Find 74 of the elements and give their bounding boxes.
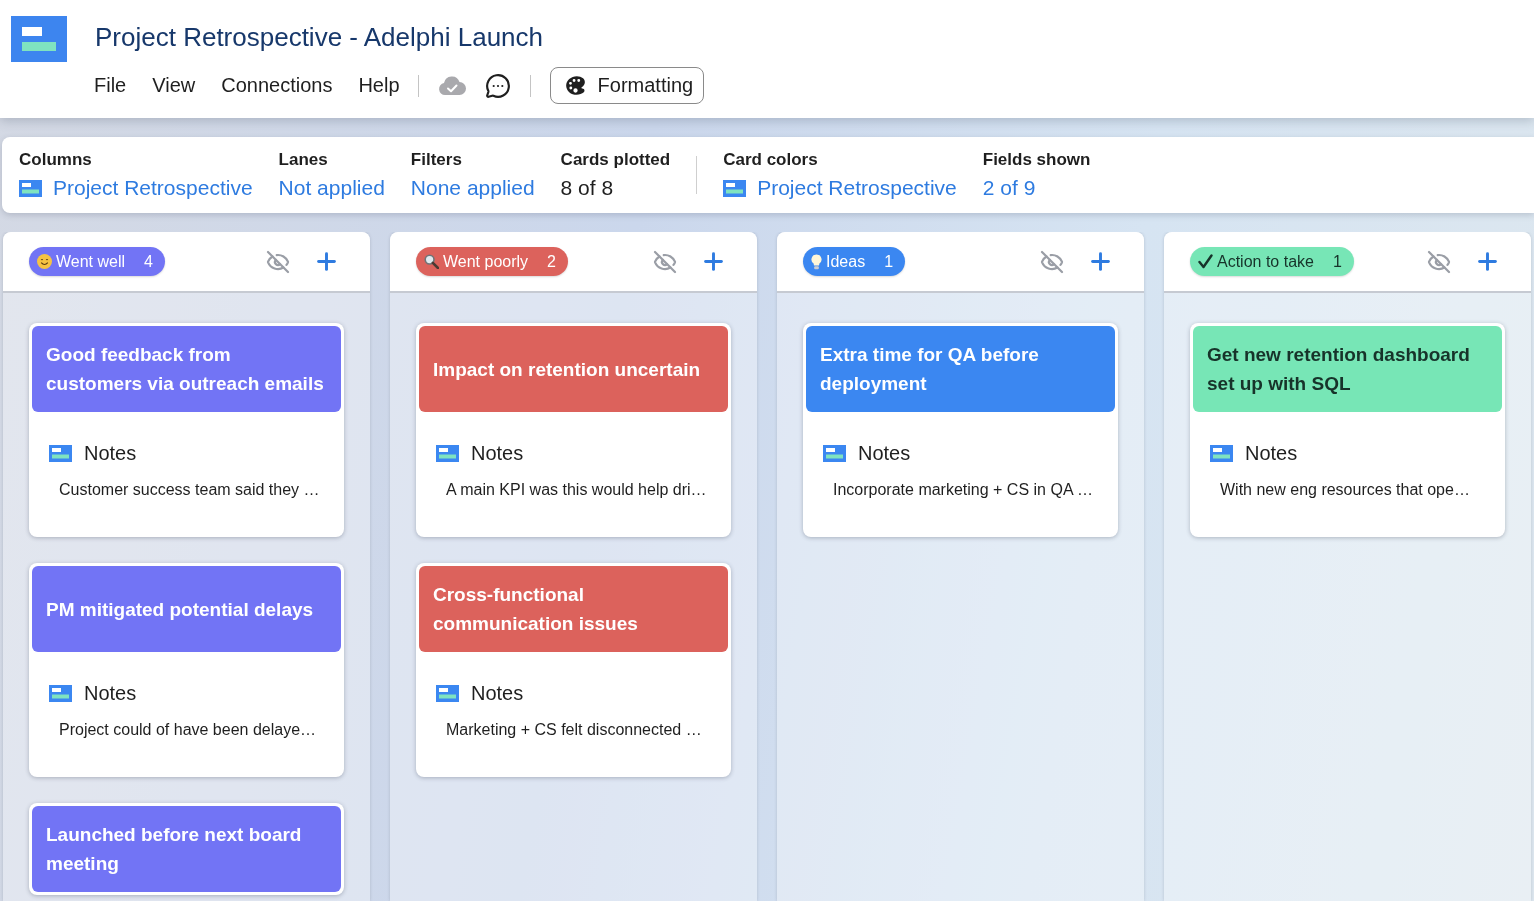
field-value: A main KPI was this would help dri… [446, 480, 708, 500]
retro-card[interactable]: Cross-functional communication issues Notes Marketing + CS felt disconnected … [416, 563, 731, 777]
tag-label: Ideas [826, 252, 866, 271]
eye-off-icon [653, 249, 677, 274]
field-label: Notes [471, 681, 524, 705]
summary-label: Cards plotted [560, 150, 671, 170]
hide-column-button[interactable] [266, 249, 290, 274]
field-value: Project could of have been delaye… [59, 720, 318, 740]
summary-label: Columns [19, 150, 93, 170]
card-title: Extra time for QA before deployment [806, 326, 1115, 412]
sheet-icon [436, 684, 459, 702]
sheet-icon [823, 444, 846, 462]
document-title: Project Retrospective - Adelphi Launch [95, 22, 545, 52]
eye-off-icon [1040, 249, 1064, 274]
sheet-icon [19, 179, 42, 197]
tag-count: 1 [1332, 252, 1342, 271]
tag-count: 2 [547, 252, 556, 271]
hide-column-button[interactable] [653, 249, 677, 274]
cloud-status-button[interactable] [437, 76, 466, 95]
sheet-icon [49, 684, 72, 702]
tag-label: Went poorly [443, 252, 529, 271]
tag-count: 1 [884, 252, 894, 271]
field-value: Incorporate marketing + CS in QA … [833, 480, 1095, 500]
logo-icon [11, 16, 67, 62]
field-value: Marketing + CS felt disconnected … [446, 720, 703, 740]
retro-card[interactable]: Get new retention dashboard set up with SQL Notes With new eng resources that ope… [1190, 323, 1505, 537]
menu-item[interactable]: View [152, 74, 196, 97]
comments-button[interactable] [484, 72, 511, 99]
eye-off-icon [1427, 249, 1451, 274]
summary-label: Card colors [723, 150, 819, 170]
sheet-icon [723, 179, 747, 197]
sheet-icon [1210, 444, 1233, 462]
cloud-check-icon [437, 76, 466, 95]
formatting-button[interactable]: Formatting [549, 67, 705, 104]
field-value: With new eng resources that ope… [1220, 480, 1471, 500]
summary-label: Lanes [278, 150, 329, 170]
card-title: Good feedback from customers via outreach emails [32, 326, 341, 412]
retro-card[interactable]: Extra time for QA before deployment Notes Incorporate marketing + CS in QA … [803, 323, 1118, 537]
field-label: Notes [84, 441, 137, 465]
smiley-icon [37, 254, 52, 269]
summary-link[interactable]: Not applied [278, 176, 385, 200]
check-icon [1198, 254, 1213, 269]
field-value: Customer success team said they … [59, 480, 321, 500]
menu-item[interactable]: File [94, 74, 127, 97]
tag-label: Went well [56, 252, 126, 271]
retro-card[interactable]: Good feedback from customers via outreach emails Notes Customer success team said they … [29, 323, 344, 537]
retro-card[interactable]: Impact on retention uncertain Notes A main KPI was this would help dri… [416, 323, 731, 537]
bulb-icon [811, 253, 822, 270]
card-title: Impact on retention uncertain [419, 326, 728, 412]
summary-link[interactable]: None applied [410, 176, 535, 200]
card-title: PM mitigated potential delays [32, 566, 341, 652]
sheet-icon [49, 444, 72, 462]
eye-off-icon [266, 249, 290, 274]
sheet-icon [436, 444, 459, 462]
tag-label: Action to take [1217, 252, 1314, 271]
field-label: Notes [84, 681, 137, 705]
card-title: Get new retention dashboard set up with SQL [1193, 326, 1502, 412]
menu-item[interactable]: Help [358, 74, 400, 97]
hide-column-button[interactable] [1427, 249, 1451, 274]
summary-label: Filters [410, 150, 463, 170]
tag-count: 4 [144, 252, 153, 271]
summary-value: 8 of 8 [560, 176, 615, 200]
chat-bubble-icon [484, 72, 511, 99]
hide-column-button[interactable] [1040, 249, 1064, 274]
field-label: Notes [1245, 441, 1298, 465]
summary-link[interactable]: 2 of 9 [982, 176, 1091, 200]
menu-item[interactable]: Connections [221, 74, 333, 97]
field-label: Notes [858, 441, 911, 465]
palette-icon [563, 74, 587, 97]
summary-label: Fields shown [982, 150, 1091, 170]
magnifier-icon [424, 254, 439, 269]
field-label: Notes [471, 441, 524, 465]
card-title: Cross-functional communication issues [419, 566, 728, 652]
retro-card[interactable]: PM mitigated potential delays Notes Project could of have been delaye… [29, 563, 344, 777]
